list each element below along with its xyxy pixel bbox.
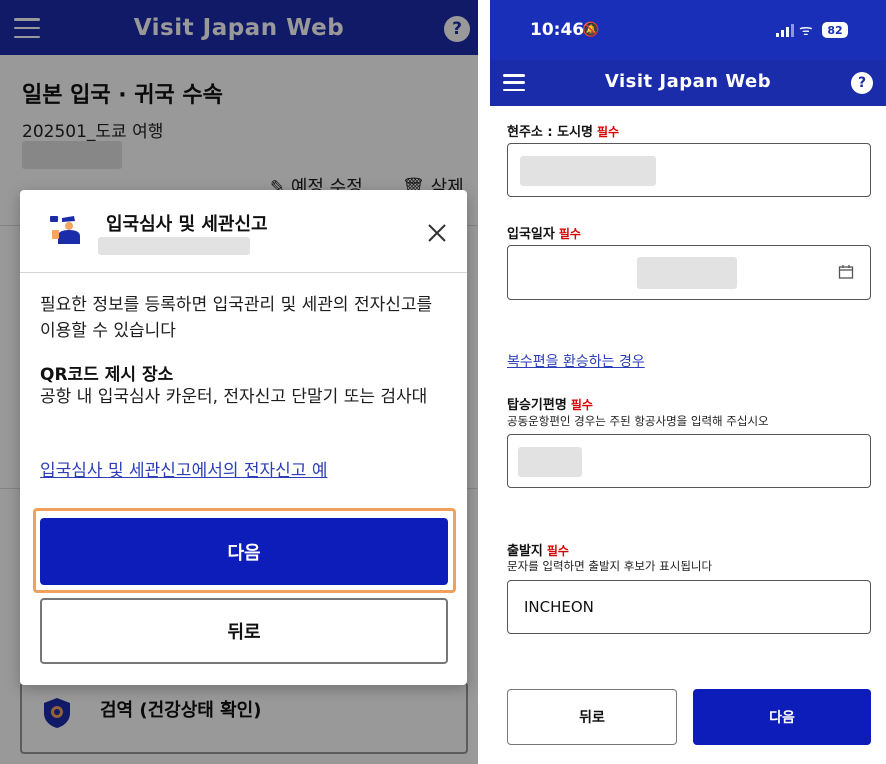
right-screen: 10:46 🔕 ᯤ 82 Visit Japan Web ? 현주소 : 도시명… bbox=[490, 0, 886, 764]
back-button[interactable]: 뒤로 bbox=[507, 689, 677, 745]
calendar-icon[interactable] bbox=[838, 264, 854, 280]
city-input[interactable] bbox=[507, 143, 871, 197]
left-screen: Visit Japan Web ? 일본 입국 · 귀국 수속 202501_도… bbox=[0, 0, 478, 764]
departure-input[interactable]: INCHEON bbox=[507, 580, 871, 634]
mute-bell-icon: 🔕 bbox=[582, 22, 600, 38]
app-header: Visit Japan Web ? bbox=[490, 60, 886, 106]
screenshot-root: Visit Japan Web ? 일본 입국 · 귀국 수속 202501_도… bbox=[0, 0, 886, 764]
close-icon[interactable] bbox=[424, 220, 450, 246]
next-button[interactable]: 다음 bbox=[693, 689, 871, 745]
flight-name-help: 공동운항편인 경우는 주된 항공사명을 입력해 주십시오 bbox=[507, 414, 769, 428]
entry-date-input[interactable] bbox=[507, 245, 871, 300]
redacted-subtitle bbox=[98, 237, 250, 255]
flight-name-label: 탑승기편명 필수 bbox=[507, 398, 593, 413]
next-button[interactable]: 다음 bbox=[40, 518, 448, 585]
multi-flight-link[interactable]: 복수편을 환승하는 경우 bbox=[507, 351, 645, 371]
wifi-icon: ᯤ bbox=[799, 21, 813, 39]
app-title: Visit Japan Web bbox=[604, 71, 772, 92]
qr-location-text: 공항 내 입국심사 카운터, 전자신고 단말기 또는 검사대 bbox=[40, 387, 428, 407]
qr-location-heading: QR코드 제시 장소 bbox=[40, 365, 174, 385]
status-bar: 10:46 🔕 ᯤ 82 bbox=[490, 0, 886, 60]
departure-label: 출발지 필수 bbox=[507, 544, 569, 559]
modal-divider bbox=[20, 272, 467, 273]
battery-icon: 82 bbox=[822, 22, 848, 38]
modal-description: 필요한 정보를 등록하면 입국관리 및 세관의 전자신고를 이용할 수 있습니다 bbox=[40, 295, 433, 341]
flight-name-input[interactable] bbox=[507, 434, 871, 488]
departure-help: 문자를 입력하면 출발지 후보가 표시됩니다 bbox=[507, 559, 713, 573]
immigration-officer-icon bbox=[50, 216, 80, 244]
back-button[interactable]: 뒤로 bbox=[40, 598, 448, 664]
city-label: 현주소 : 도시명 필수 bbox=[507, 125, 620, 140]
e-declaration-example-link[interactable]: 입국심사 및 세관신고에서의 전자신고 예 bbox=[40, 456, 328, 481]
redacted-value bbox=[518, 447, 582, 477]
signal-icon bbox=[776, 24, 794, 37]
departure-value: INCHEON bbox=[524, 598, 594, 616]
redacted-value bbox=[520, 156, 656, 186]
help-icon[interactable]: ? bbox=[851, 72, 873, 94]
entry-date-label: 입국일자 필수 bbox=[507, 227, 581, 242]
status-time: 10:46 bbox=[530, 20, 585, 40]
redacted-value bbox=[637, 257, 737, 289]
immigration-modal: 입국심사 및 세관신고 필요한 정보를 등록하면 입국관리 및 세관의 전자신고… bbox=[20, 190, 467, 685]
modal-title: 입국심사 및 세관신고 bbox=[106, 214, 268, 235]
